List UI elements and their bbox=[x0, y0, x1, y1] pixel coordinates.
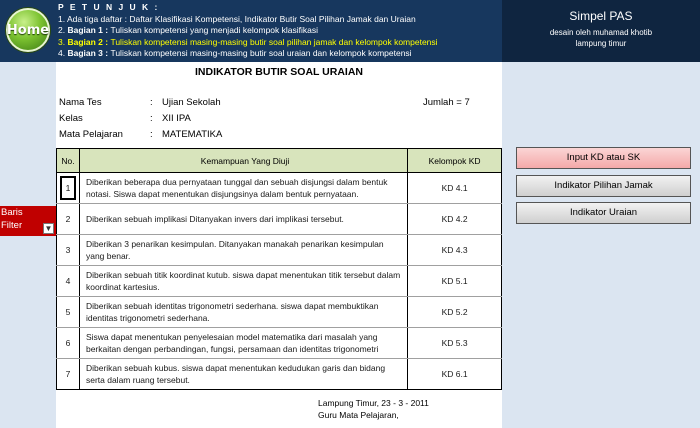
instructions-title: P E T U N J U K : bbox=[58, 2, 160, 12]
meta-value-kelas: XII IPA bbox=[162, 113, 191, 124]
cell-kd[interactable]: KD 4.3 bbox=[407, 234, 502, 266]
table-row: 2 Diberikan sebuah implikasi Ditanyakan … bbox=[56, 203, 502, 235]
step-number: 4. bbox=[58, 48, 66, 58]
cell-kemampuan[interactable]: Diberikan sebuah kubus. siswa dapat mene… bbox=[78, 358, 409, 390]
indikator-uraian-button[interactable]: Indikator Uraian bbox=[516, 202, 691, 224]
cell-kd[interactable]: KD 4.2 bbox=[407, 203, 502, 235]
indikator-table: No. Kemampuan Yang Diuji Kelompok KD 1 D… bbox=[56, 148, 502, 390]
instructions-panel: P E T U N J U K : 1. Ada tiga daftar : D… bbox=[58, 2, 498, 60]
meta-label-nama-tes: Nama Tes bbox=[59, 97, 102, 108]
table-row: 7 Diberikan sebuah kubus. siswa dapat me… bbox=[56, 358, 502, 390]
cell-kd[interactable]: KD 5.3 bbox=[407, 327, 502, 359]
header-bar: Home P E T U N J U K : 1. Ada tiga dafta… bbox=[0, 0, 700, 62]
brand-subtitle: desain oleh muhamad khotib bbox=[549, 28, 653, 37]
meta-label-mapel: Mata Pelajaran bbox=[59, 129, 123, 140]
cell-kemampuan[interactable]: Diberikan 3 penarikan kesimpulan. Ditany… bbox=[78, 234, 409, 266]
step-prefix: Bagian 2 : bbox=[67, 36, 111, 47]
table-row: 4 Diberikan sebuah titik koordinat kutub… bbox=[56, 265, 502, 297]
step-text: Tuliskan kompetensi masing-masing butir … bbox=[110, 36, 438, 47]
cell-kemampuan[interactable]: Diberikan sebuah identitas trigonometri … bbox=[78, 296, 409, 328]
right-panel: Input KD atau SK Indikator Pilihan Jamak… bbox=[502, 62, 700, 428]
left-strip: Baris Filter ▼ bbox=[0, 62, 56, 428]
instruction-step-4: 4. Bagian 3 : Tuliskan kompetensi masing… bbox=[58, 48, 498, 60]
jumlah-soal: Jumlah = 7 bbox=[423, 97, 470, 108]
selected-cell[interactable]: 1 bbox=[59, 176, 76, 200]
table-row: 5 Diberikan sebuah identitas trigonometr… bbox=[56, 296, 502, 328]
step-text: Tuliskan kompetensi masing-masing butir … bbox=[110, 48, 412, 58]
baris-label: Baris bbox=[1, 207, 23, 218]
step-text: Ada tiga daftar : Daftar Klasifikasi Kom… bbox=[67, 13, 416, 24]
cell-kd[interactable]: KD 6.1 bbox=[407, 358, 502, 390]
table-row: 1 Diberikan beberapa dua pernyataan tung… bbox=[56, 172, 502, 204]
meta-colon: : bbox=[150, 113, 153, 124]
cell-no[interactable]: 6 bbox=[56, 327, 80, 359]
step-prefix: Bagian 1 : bbox=[67, 25, 111, 35]
footer-role: Guru Mata Pelajaran, bbox=[318, 410, 399, 420]
step-number: 1. bbox=[58, 13, 66, 24]
meta-colon: : bbox=[150, 97, 153, 108]
table-row: 3 Diberikan 3 penarikan kesimpulan. Dita… bbox=[56, 234, 502, 266]
worksheet: INDIKATOR BUTIR SOAL URAIAN Nama Tes : U… bbox=[56, 62, 502, 428]
step-text: Tuliskan kompetensi yang menjadi kelompo… bbox=[110, 25, 319, 35]
cell-no[interactable]: 4 bbox=[56, 265, 80, 297]
footer-place-date: Lampung Timur, 23 - 3 - 2011 bbox=[318, 398, 429, 408]
col-header-no: No. bbox=[56, 148, 80, 173]
col-header-kelompok: Kelompok KD bbox=[407, 148, 502, 173]
cell-no[interactable]: 3 bbox=[56, 234, 80, 266]
brand-location: lampung timur bbox=[575, 39, 627, 48]
cell-kd[interactable]: KD 4.1 bbox=[407, 172, 502, 204]
table-row: 6 Siswa dapat menentukan penyelesaian mo… bbox=[56, 327, 502, 359]
meta-colon: : bbox=[150, 129, 153, 140]
document-title: INDIKATOR BUTIR SOAL URAIAN bbox=[195, 66, 363, 78]
baris-filter-header[interactable]: Baris Filter ▼ bbox=[0, 206, 56, 236]
home-label: Home bbox=[6, 22, 50, 38]
instruction-step-2: 2. Bagian 1 : Tuliskan kompetensi yang m… bbox=[58, 25, 498, 37]
input-kd-button[interactable]: Input KD atau SK bbox=[516, 147, 691, 169]
cell-kemampuan[interactable]: Diberikan sebuah implikasi Ditanyakan in… bbox=[78, 203, 409, 235]
step-number: 2. bbox=[58, 25, 66, 35]
cell-kemampuan[interactable]: Diberikan sebuah titik koordinat kutub. … bbox=[78, 265, 409, 297]
cell-no[interactable]: 1 bbox=[56, 172, 80, 204]
instruction-step-1: 1. Ada tiga daftar : Daftar Klasifikasi … bbox=[58, 14, 498, 26]
cell-no[interactable]: 5 bbox=[56, 296, 80, 328]
meta-label-kelas: Kelas bbox=[59, 113, 83, 124]
col-header-kemampuan: Kemampuan Yang Diuji bbox=[78, 148, 409, 173]
filter-dropdown-icon[interactable]: ▼ bbox=[43, 223, 54, 234]
cell-no[interactable]: 2 bbox=[56, 203, 80, 235]
step-number: 3. bbox=[58, 36, 66, 47]
brand-panel: Simpel PAS desain oleh muhamad khotib la… bbox=[502, 0, 700, 62]
table-header-row: No. Kemampuan Yang Diuji Kelompok KD bbox=[56, 148, 502, 173]
home-button[interactable]: Home bbox=[6, 8, 50, 52]
meta-value-mapel: MATEMATIKA bbox=[162, 129, 223, 140]
cell-kd[interactable]: KD 5.1 bbox=[407, 265, 502, 297]
step-prefix: Bagian 3 : bbox=[67, 48, 111, 58]
meta-value-nama-tes: Ujian Sekolah bbox=[162, 97, 221, 108]
instruction-step-3: 3. Bagian 2 : Tuliskan kompetensi masing… bbox=[58, 37, 498, 49]
cell-kd[interactable]: KD 5.2 bbox=[407, 296, 502, 328]
indikator-pilihan-jamak-button[interactable]: Indikator Pilihan Jamak bbox=[516, 175, 691, 197]
cell-no[interactable]: 7 bbox=[56, 358, 80, 390]
brand-name: Simpel PAS bbox=[569, 9, 633, 23]
cell-kemampuan[interactable]: Diberikan beberapa dua pernyataan tungga… bbox=[78, 172, 409, 204]
cell-kemampuan[interactable]: Siswa dapat menentukan penyelesaian mode… bbox=[78, 327, 409, 359]
